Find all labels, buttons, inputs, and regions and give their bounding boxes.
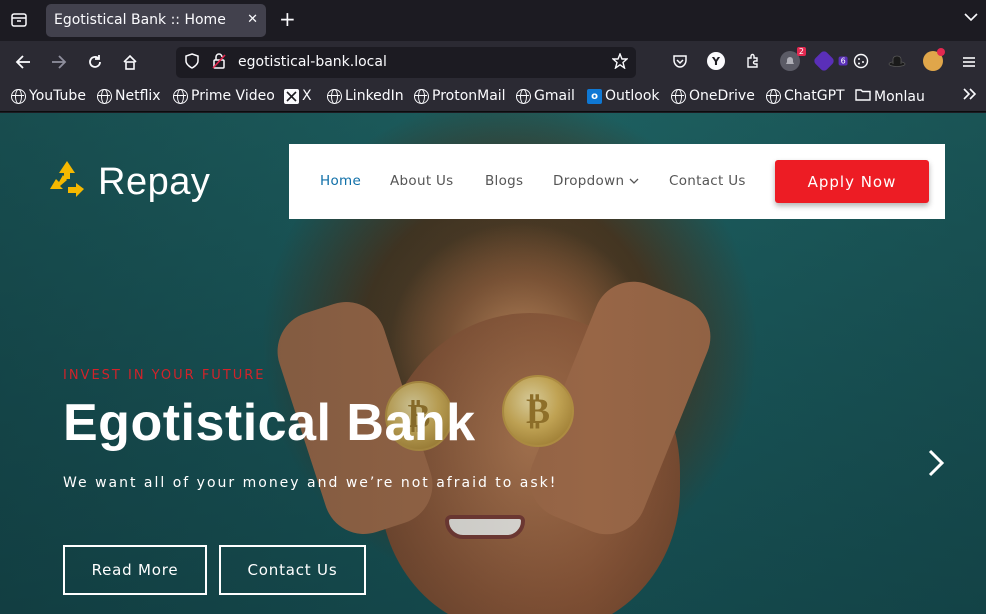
bookmark-youtube[interactable]: YouTube — [11, 88, 86, 104]
bookmark-label: Netflix — [115, 88, 161, 104]
folder-icon — [855, 88, 871, 105]
yandex-extension-icon[interactable]: Y — [707, 52, 725, 70]
hero-kicker: INVEST IN YOUR FUTURE — [63, 368, 266, 383]
tab-bar: Egotistical Bank :: Home ✕ + — [0, 0, 986, 41]
globe-icon — [327, 88, 342, 104]
hat-extension-icon[interactable] — [887, 51, 907, 71]
bookmark-folder-monlau[interactable]: Monlau — [855, 88, 925, 105]
url-bar[interactable]: egotistical-bank.local — [176, 47, 636, 78]
tab-title: Egotistical Bank :: Home — [54, 12, 226, 28]
browser-tab-active[interactable]: Egotistical Bank :: Home ✕ — [46, 4, 266, 37]
site-navigation: Home About Us Blogs Dropdown Contact Us … — [289, 144, 945, 219]
pocket-icon[interactable] — [670, 51, 690, 71]
bookmark-gmail[interactable]: Gmail — [516, 88, 575, 104]
reload-icon[interactable] — [83, 50, 107, 74]
nav-about-us[interactable]: About Us — [390, 173, 454, 189]
hero-section: ₿ ₿ Repay Home About Us Blogs Dropdown C… — [0, 113, 986, 614]
new-tab-button[interactable]: + — [279, 8, 296, 30]
insecure-lock-icon[interactable] — [212, 53, 226, 73]
notifications-extension-icon[interactable]: 2 — [780, 47, 806, 71]
bookmarks-bar: YouTube Netflix Prime Video X LinkedIn P… — [0, 83, 986, 112]
brand-name: Repay — [98, 161, 211, 203]
home-icon[interactable] — [118, 50, 142, 74]
hero-subtitle: We want all of your money and we’re not … — [63, 475, 558, 491]
chevron-down-icon — [629, 178, 639, 184]
back-icon[interactable] — [11, 50, 35, 74]
bookmark-x[interactable]: X — [284, 88, 312, 104]
x-logo-icon — [284, 88, 299, 104]
nav-home[interactable]: Home — [320, 173, 361, 189]
bookmarks-overflow-icon[interactable] — [962, 87, 978, 101]
bookmark-label: Gmail — [534, 88, 575, 104]
globe-icon — [516, 88, 531, 104]
chevron-down-icon[interactable] — [964, 10, 978, 26]
carousel-next-icon[interactable] — [926, 447, 950, 483]
extensions-puzzle-icon[interactable] — [743, 51, 763, 71]
globe-icon — [173, 88, 188, 104]
globe-icon — [11, 88, 26, 104]
nav-blogs[interactable]: Blogs — [485, 173, 523, 189]
globe-icon — [414, 88, 429, 104]
bookmark-label: ChatGPT — [784, 88, 845, 104]
apply-now-button[interactable]: Apply Now — [775, 160, 929, 203]
bookmark-protonmail[interactable]: ProtonMail — [414, 88, 506, 104]
bookmark-label: OneDrive — [689, 88, 755, 104]
nav-dropdown-label: Dropdown — [553, 173, 625, 189]
notification-count-badge: 2 — [796, 47, 806, 56]
bookmark-chatgpt[interactable]: ChatGPT — [766, 88, 845, 104]
bookmark-label: LinkedIn — [345, 88, 404, 104]
bookmark-label: ProtonMail — [432, 88, 506, 104]
site-logo[interactable]: Repay — [46, 159, 210, 206]
read-more-button[interactable]: Read More — [63, 545, 207, 595]
hamburger-menu-icon[interactable] — [957, 50, 981, 74]
nav-contact-us[interactable]: Contact Us — [669, 173, 746, 189]
cat-extension-dot — [937, 48, 945, 56]
bookmark-outlook[interactable]: o Outlook — [587, 88, 660, 104]
nav-dropdown[interactable]: Dropdown — [553, 173, 639, 189]
bookmark-star-icon[interactable] — [611, 52, 629, 73]
globe-icon — [671, 88, 686, 104]
bookmark-label: Monlau — [874, 88, 925, 105]
purple-extension-icon[interactable]: 6 — [812, 49, 848, 73]
recycle-icon — [46, 159, 88, 206]
url-text: egotistical-bank.local — [238, 54, 387, 70]
bookmark-label: Prime Video — [191, 88, 275, 104]
tracking-shield-icon[interactable] — [185, 53, 199, 73]
forward-icon[interactable] — [47, 50, 71, 74]
tab-close-icon[interactable]: ✕ — [247, 12, 258, 27]
navigation-toolbar: egotistical-bank.local Y 2 6 — [0, 41, 986, 83]
bookmark-label: Outlook — [605, 88, 660, 104]
bookmark-prime-video[interactable]: Prime Video — [173, 88, 275, 104]
tab-list-icon[interactable] — [8, 9, 30, 31]
contact-us-button[interactable]: Contact Us — [219, 545, 366, 595]
hero-title: Egotistical Bank — [63, 394, 476, 452]
bookmark-netflix[interactable]: Netflix — [97, 88, 161, 104]
purple-extension-badge: 6 — [838, 56, 848, 66]
bookmark-label: YouTube — [29, 88, 86, 104]
cat-extension-icon[interactable] — [923, 48, 945, 71]
bookmark-label: X — [302, 88, 312, 104]
globe-icon — [766, 88, 781, 104]
globe-icon — [97, 88, 112, 104]
bookmark-linkedin[interactable]: LinkedIn — [327, 88, 404, 104]
outlook-icon: o — [587, 88, 602, 104]
bookmark-onedrive[interactable]: OneDrive — [671, 88, 755, 104]
cookie-extension-icon[interactable] — [851, 51, 871, 71]
